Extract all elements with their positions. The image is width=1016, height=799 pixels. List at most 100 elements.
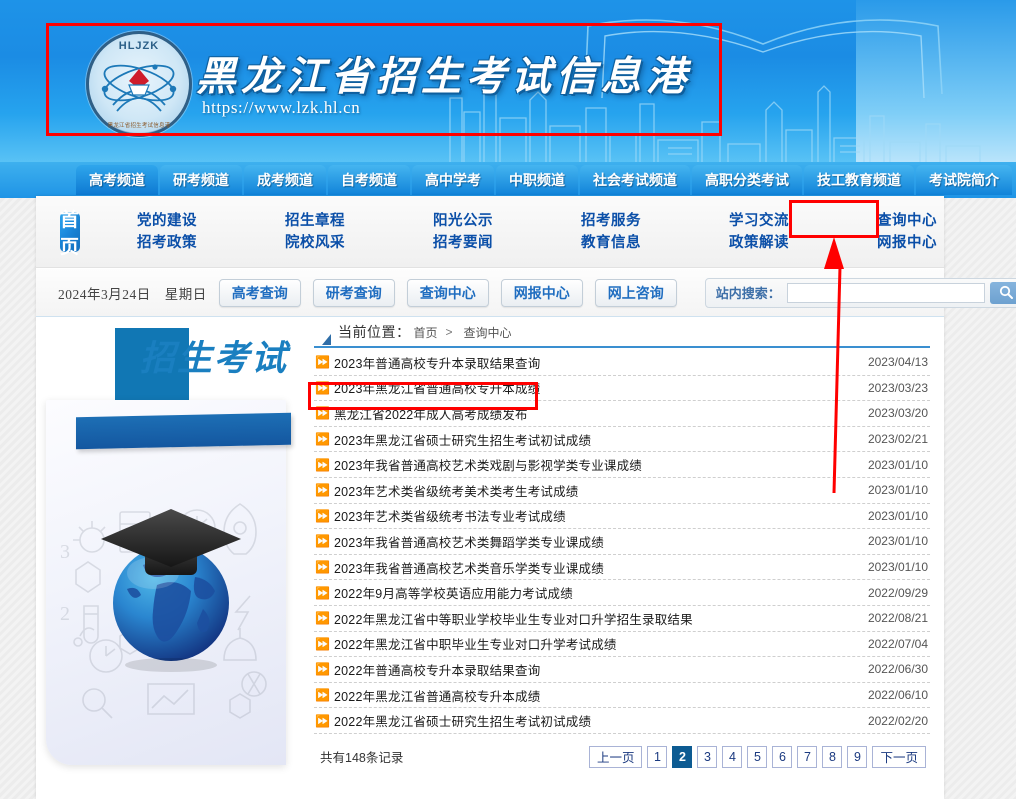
tab-chengkao[interactable]: 成考频道	[244, 165, 326, 195]
pagination: 共有148条记录 上一页 1 2 3 4 5 6 7 8 9 下一页	[314, 745, 930, 768]
quick-button-wangbao-center[interactable]: 网报中心	[500, 278, 583, 307]
pagination-page-4[interactable]: 4	[722, 745, 743, 768]
annotation-arrow-icon	[824, 237, 844, 494]
list-item[interactable]: ⏩ 2023年我省普通高校艺术类音乐学类专业课成绩 2023/01/10	[314, 555, 930, 581]
left-promo-banner: 招生考试 3 2	[36, 318, 304, 799]
list-item[interactable]: ⏩ 2023年我省普通高校艺术类舞蹈学类专业课成绩 2023/01/10	[314, 529, 930, 555]
tab-gaozhi-fenlei[interactable]: 高职分类考试	[692, 165, 802, 195]
double-chevron-icon: ⏩	[315, 636, 330, 651]
nav-link-zhaokaofuwu[interactable]: 招考服务	[550, 210, 672, 232]
list-item-title[interactable]: 2023年我省普通高校艺术类音乐学类专业课成绩	[334, 558, 858, 577]
list-item-title[interactable]: 2023年艺术类省级统考书法专业考试成绩	[334, 506, 858, 525]
tab-gaokao[interactable]: 高考频道	[76, 165, 158, 195]
list-item[interactable]: ⏩ 2022年普通高校专升本录取结果查询 2022/06/30	[314, 657, 930, 683]
double-chevron-icon: ⏩	[315, 611, 330, 626]
list-item-title[interactable]: 2022年黑龙江省普通高校专升本成绩	[334, 686, 858, 705]
list-item-date: 2022/08/21	[867, 611, 928, 626]
list-item-title[interactable]: 2022年黑龙江省中职毕业生专业对口升学考试成绩	[334, 634, 858, 653]
list-item-date: 2022/06/10	[867, 688, 928, 703]
list-item-date: 2023/01/10	[867, 508, 928, 523]
svg-text:3: 3	[60, 541, 70, 563]
quick-button-query-center[interactable]: 查询中心	[406, 278, 489, 307]
list-item[interactable]: ⏩ 2022年黑龙江省硕士研究生招生考试初试成绩 2022/02/20	[314, 708, 930, 734]
breadcrumb-label: 当前位置：	[338, 324, 411, 340]
list-item[interactable]: ⏩ 2022年黑龙江省中等职业学校毕业生专业对口升学招生录取结果 2022/08/2…	[314, 606, 930, 632]
list-item[interactable]: ⏩ 2023年艺术类省级统考书法专业考试成绩 2023/01/10	[314, 504, 930, 530]
double-chevron-icon: ⏩	[315, 508, 330, 523]
double-chevron-icon: ⏩	[315, 713, 330, 728]
breadcrumb-item-query-center[interactable]: 查询中心	[464, 324, 512, 341]
tab-label: 高职分类考试	[705, 172, 789, 188]
tab-gaozhong-xuekao[interactable]: 高中学考	[412, 165, 494, 195]
primary-tab-bar: 高考频道 研考频道 成考频道 自考频道 高中学考 中职频道 社会考试频道 高职分…	[0, 162, 1016, 198]
pagination-page-7[interactable]: 7	[797, 745, 818, 768]
tab-label: 成考频道	[257, 172, 313, 188]
tab-jigong-jiaoyu[interactable]: 技工教育频道	[804, 165, 914, 195]
double-chevron-icon: ⏩	[315, 585, 330, 600]
nav-link-zhaokaoyaowen[interactable]: 招考要闻	[402, 232, 524, 254]
nav-link-zhaoshengzhangcheng[interactable]: 招生章程	[254, 210, 376, 232]
annotation-box-news-row	[308, 382, 538, 410]
nav-link-jiaoyuxinxi[interactable]: 教育信息	[550, 232, 672, 254]
graduation-globe-icon	[101, 509, 241, 672]
nav-home-button[interactable]: 首页	[60, 210, 81, 258]
pagination-page-8[interactable]: 8	[822, 745, 843, 768]
tab-label: 中职频道	[509, 172, 565, 188]
pagination-page-6[interactable]: 6	[772, 745, 793, 768]
pagination-prev-button[interactable]: 上一页	[588, 745, 643, 768]
double-chevron-icon: ⏩	[315, 534, 330, 549]
list-item-date: 2022/09/29	[867, 585, 928, 600]
list-item[interactable]: ⏩ 2022年黑龙江省普通高校专升本成绩 2022/06/10	[314, 683, 930, 709]
pagination-buttons: 上一页 1 2 3 4 5 6 7 8 9 下一页	[588, 745, 930, 768]
nav-col-party-building[interactable]: 党的建设 招考政策	[106, 210, 228, 254]
list-item-title[interactable]: 2023年我省普通高校艺术类舞蹈学类专业课成绩	[334, 532, 858, 551]
promo-title-text: 招生考试	[140, 339, 289, 378]
list-item-title[interactable]: 2022年黑龙江省硕士研究生招生考试初试成绩	[334, 711, 858, 730]
pagination-page-1[interactable]: 1	[647, 745, 668, 768]
pagination-page-3[interactable]: 3	[697, 745, 718, 768]
tab-label: 研考频道	[173, 172, 229, 188]
tab-zhongzhi[interactable]: 中职频道	[496, 165, 578, 195]
nav-link-dangdejianshe[interactable]: 党的建设	[106, 210, 228, 232]
pagination-next-button[interactable]: 下一页	[872, 745, 926, 768]
pagination-page-2[interactable]: 2	[672, 745, 693, 768]
breadcrumb-triangle-icon	[322, 334, 331, 345]
double-chevron-icon: ⏩	[315, 483, 330, 498]
tab-label: 考试院简介	[929, 172, 999, 188]
quick-button-yankao-query[interactable]: 研考查询	[312, 278, 395, 307]
tab-shehui-kaoshi[interactable]: 社会考试频道	[580, 165, 690, 195]
tab-kaoshiyuan-jianjie[interactable]: 考试院简介	[916, 165, 1012, 195]
current-date-text: 2024年3月24日 星期日	[58, 286, 207, 302]
double-chevron-icon: ⏩	[315, 457, 330, 472]
pagination-page-9[interactable]: 9	[847, 745, 868, 768]
record-total-text: 共有148条记录	[320, 751, 404, 766]
quick-button-online-consult[interactable]: 网上咨询	[594, 278, 677, 307]
double-chevron-icon: ⏩	[315, 355, 330, 370]
list-item-title[interactable]: 2022年黑龙江省中等职业学校毕业生专业对口升学招生录取结果	[334, 609, 858, 628]
promo-blue-ribbon	[76, 412, 291, 450]
primary-tab-list: 高考频道 研考频道 成考频道 自考频道 高中学考 中职频道 社会考试频道 高职分…	[76, 162, 1012, 195]
quick-button-gaokao-query[interactable]: 高考查询	[218, 278, 301, 307]
search-submit-button[interactable]	[989, 281, 1016, 304]
list-item-title[interactable]: 2022年普通高校专升本录取结果查询	[334, 660, 858, 679]
tab-label: 社会考试频道	[593, 172, 677, 188]
list-item[interactable]: ⏩ 2022年黑龙江省中职毕业生专业对口升学考试成绩 2022/07/04	[314, 632, 930, 658]
nav-link-yuanxiaofengcai[interactable]: 院校风采	[254, 232, 376, 254]
search-label: 站内搜索：	[715, 286, 781, 301]
list-item[interactable]: ⏩ 2022年9月高等学校英语应用能力考试成绩 2022/09/29	[314, 580, 930, 606]
tab-zikao[interactable]: 自考频道	[328, 165, 410, 195]
breadcrumb-item-home[interactable]: 首页	[414, 324, 438, 341]
tab-yankao[interactable]: 研考频道	[160, 165, 242, 195]
list-item-date: 2022/07/04	[867, 636, 928, 651]
nav-link-yangguanggongshi[interactable]: 阳光公示	[402, 210, 524, 232]
nav-col-sunshine-public[interactable]: 阳光公示 招考要闻	[402, 210, 524, 254]
list-item-date: 2022/02/20	[867, 713, 928, 728]
pagination-page-5[interactable]: 5	[747, 745, 768, 768]
nav-col-admission-service[interactable]: 招考服务 教育信息	[550, 210, 672, 254]
breadcrumb-separator-icon: >	[445, 325, 453, 339]
annotation-box-header-logo	[46, 23, 722, 136]
nav-col-admission-charter[interactable]: 招生章程 院校风采	[254, 210, 376, 254]
nav-link-zhaokaozhengce[interactable]: 招考政策	[106, 232, 228, 254]
list-item-title[interactable]: 2022年9月高等学校英语应用能力考试成绩	[334, 583, 858, 602]
list-item-date: 2023/01/10	[867, 560, 928, 575]
